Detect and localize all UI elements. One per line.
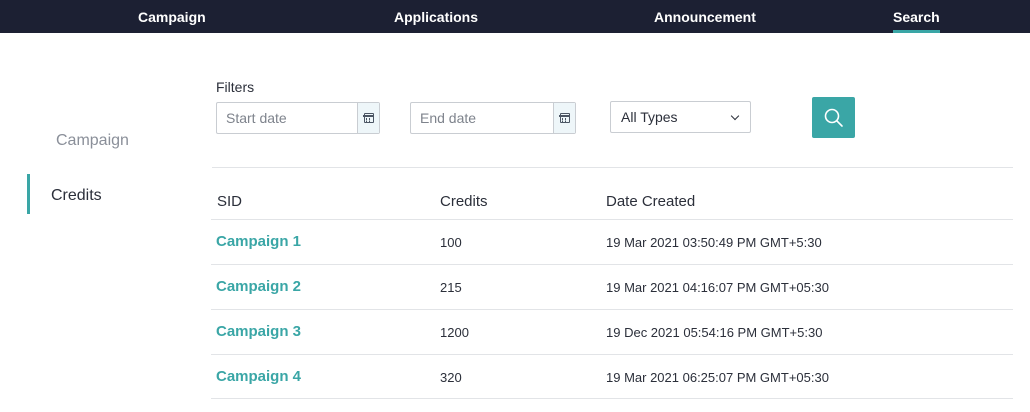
type-select-value: All Types: [621, 109, 678, 125]
sid-link[interactable]: Campaign 2: [216, 278, 301, 295]
filters-divider: [212, 167, 1013, 168]
column-header-date-created: Date Created: [606, 193, 696, 210]
end-date-field: [410, 102, 576, 134]
nav-announcement[interactable]: Announcement: [654, 0, 756, 33]
credits-cell: 100: [440, 235, 462, 250]
column-header-credits: Credits: [440, 193, 488, 210]
date-created-cell: 19 Mar 2021 06:25:07 PM GMT+05:30: [606, 370, 829, 385]
date-created-cell: 19 Mar 2021 03:50:49 PM GMT+5:30: [606, 235, 822, 250]
sidebar-active-indicator: [27, 174, 30, 214]
nav-search[interactable]: Search: [893, 0, 940, 33]
end-date-calendar-button[interactable]: [553, 103, 575, 133]
date-created-cell: 19 Dec 2021 05:54:16 PM GMT+5:30: [606, 325, 823, 340]
sidebar-item-credits[interactable]: Credits: [51, 187, 102, 205]
sid-link[interactable]: Campaign 1: [216, 233, 301, 250]
type-select[interactable]: All Types: [610, 101, 751, 133]
sid-link[interactable]: Campaign 3: [216, 323, 301, 340]
table-row: Campaign 4 320 19 Mar 2021 06:25:07 PM G…: [211, 354, 1013, 399]
table-row: Campaign 1 100 19 Mar 2021 03:50:49 PM G…: [211, 219, 1013, 264]
credits-cell: 1200: [440, 325, 469, 340]
search-icon: [824, 108, 843, 127]
top-navigation: Campaign Applications Announcement Searc…: [0, 0, 1030, 33]
start-date-input[interactable]: [217, 103, 357, 133]
calendar-icon: [559, 113, 570, 123]
start-date-calendar-button[interactable]: [357, 103, 379, 133]
credits-cell: 215: [440, 280, 462, 295]
filters-label: Filters: [216, 79, 255, 95]
chevron-down-icon: [730, 111, 740, 121]
start-date-field: [216, 102, 380, 134]
nav-campaign[interactable]: Campaign: [138, 0, 206, 33]
sid-link[interactable]: Campaign 4: [216, 368, 301, 385]
column-header-sid: SID: [217, 193, 243, 210]
sidebar-item-campaign[interactable]: Campaign: [56, 132, 129, 150]
nav-applications[interactable]: Applications: [394, 0, 478, 33]
search-button[interactable]: [812, 97, 855, 138]
calendar-icon: [363, 113, 374, 123]
table-row: Campaign 3 1200 19 Dec 2021 05:54:16 PM …: [211, 309, 1013, 354]
credits-cell: 320: [440, 370, 462, 385]
end-date-input[interactable]: [411, 103, 553, 133]
date-created-cell: 19 Mar 2021 04:16:07 PM GMT+05:30: [606, 280, 829, 295]
table-row: Campaign 2 215 19 Mar 2021 04:16:07 PM G…: [211, 264, 1013, 309]
